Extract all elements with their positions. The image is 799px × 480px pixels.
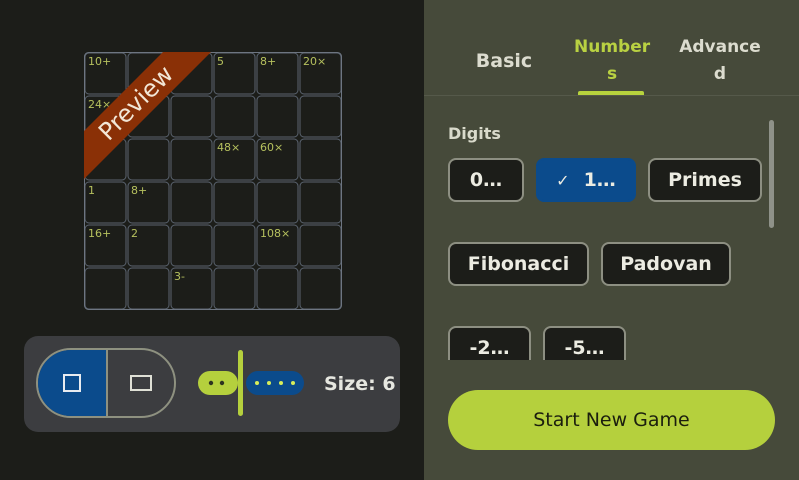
digits-chip-0[interactable]: 0… [448,158,524,202]
grid-cell [127,138,170,181]
slider-active-track [198,371,238,395]
puzzle-preview: 10+ 5 8+ 20× 24× 48× 60× 1 8+ 16+ 2 108× 3- Preview [84,52,342,310]
rectangle-shape-button[interactable] [106,350,174,416]
grid-cell [213,267,256,310]
grid-cell [84,267,127,310]
grid-cell [299,95,342,138]
grid-cell [299,224,342,267]
cage-label: 20× [303,55,327,68]
grid-cell [299,138,342,181]
digits-chip-padovan[interactable]: Padovan [601,242,731,286]
chip-label: -2… [469,337,510,359]
tab-numbers[interactable]: Number s [574,34,650,94]
tab-advanced[interactable]: Advance d [672,34,768,94]
square-shape-button[interactable] [38,350,106,416]
grid-cell [127,267,170,310]
grid-cell [256,95,299,138]
tab-advanced-label: Advance [679,37,761,57]
grid-cell [213,95,256,138]
cage-label: 1 [88,184,95,197]
chip-label: Primes [668,169,742,191]
cage-label: 8+ [131,184,148,197]
digits-chip-fibonacci[interactable]: Fibonacci [448,242,589,286]
grid-cell [213,181,256,224]
shape-toggle [36,348,176,418]
cage-label: 2 [131,227,138,240]
tab-basic[interactable]: Basic [452,34,556,94]
options-scrollbar[interactable] [769,120,774,228]
tab-numbers-label: Number [574,37,651,57]
grid-cell [299,267,342,310]
slider-thumb[interactable] [238,350,243,416]
grid-cell [170,224,213,267]
grid-cell [213,224,256,267]
rectangle-icon [130,375,152,391]
grid-cell [170,138,213,181]
cage-label: 5 [217,55,224,68]
size-label: Size: 6 [324,373,396,395]
check-icon: ✓ [556,170,570,190]
chip-label: Padovan [620,253,712,275]
grid-cell [256,181,299,224]
digits-chip-neg5[interactable]: -5… [543,326,626,360]
chip-label: Fibonacci [467,253,570,275]
cage-label: 48× [217,141,241,154]
preview-pane: 10+ 5 8+ 20× 24× 48× 60× 1 8+ 16+ 2 108× 3- Preview … [0,0,424,480]
tab-advanced-label-cont: d [713,64,727,84]
digits-options: 0… ✓ 1… Primes Fibonacci Padovan -2… -5… [424,110,764,360]
square-icon [63,374,81,392]
cage-label: 108× [260,227,291,240]
size-slider[interactable] [198,348,308,418]
cage-label: 16+ [88,227,112,240]
cage-label: 10+ [88,55,112,68]
chip-label: -5… [564,337,605,359]
slider-inactive-track [246,371,304,395]
grid-cell [170,181,213,224]
tab-basic-label: Basic [475,50,533,72]
chip-label: 1… [583,169,616,191]
digits-chip-1[interactable]: ✓ 1… [536,158,636,202]
digits-chip-primes[interactable]: Primes [648,158,762,202]
cage-label: 3- [174,270,185,283]
tabs-divider [424,95,799,96]
chip-label: 0… [469,169,503,191]
cage-label: 8+ [260,55,277,68]
tab-numbers-label-cont: s [606,64,618,84]
grid-options-panel: Size: 6 [24,336,400,432]
grid-cell [170,95,213,138]
cage-label: 60× [260,141,284,154]
grid-cell [256,267,299,310]
start-new-game-button[interactable]: Start New Game [448,390,775,450]
digits-chip-neg2[interactable]: -2… [448,326,531,360]
grid-cell [299,181,342,224]
